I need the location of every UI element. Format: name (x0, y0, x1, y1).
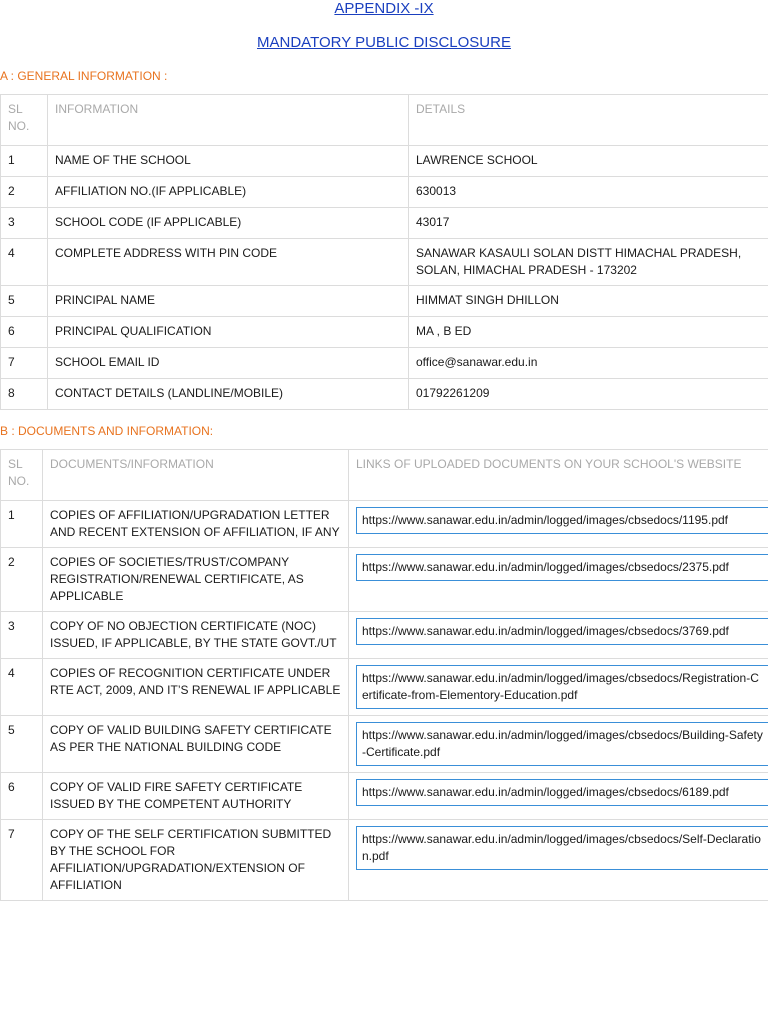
document-link-field[interactable]: https://www.sanawar.edu.in/admin/logged/… (356, 554, 768, 581)
document-link-field[interactable]: https://www.sanawar.edu.in/admin/logged/… (356, 618, 768, 645)
table-row: 2 COPIES OF SOCIETIES/TRUST/COMPANY REGI… (0, 547, 768, 612)
column-header-sl-no: SL NO. (0, 94, 48, 146)
general-information-table: SL NO. INFORMATION DETAILS 1 NAME OF THE… (0, 94, 768, 410)
document-cell: COPY OF NO OBJECTION CERTIFICATE (NOC) I… (42, 611, 349, 659)
column-header-information: INFORMATION (47, 94, 409, 146)
sl-no-cell: 6 (0, 772, 43, 820)
document-cell: COPIES OF SOCIETIES/TRUST/COMPANY REGIST… (42, 547, 349, 612)
information-cell: PRINCIPAL QUALIFICATION (47, 316, 409, 348)
sl-no-cell: 7 (0, 347, 48, 379)
sl-no-cell: 4 (0, 238, 48, 286)
column-header-details: DETAILS (408, 94, 768, 146)
link-cell: https://www.sanawar.edu.in/admin/logged/… (348, 547, 768, 612)
details-cell: SANAWAR KASAULI SOLAN DISTT HIMACHAL PRA… (408, 238, 768, 286)
section-b-heading: B : DOCUMENTS AND INFORMATION: (0, 424, 214, 438)
sl-no-cell: 2 (0, 176, 48, 208)
document-cell: COPY OF VALID FIRE SAFETY CERTIFICATE IS… (42, 772, 349, 820)
sl-no-cell: 2 (0, 547, 43, 612)
information-cell: PRINCIPAL NAME (47, 285, 409, 317)
document-cell: COPIES OF AFFILIATION/UPGRADATION LETTER… (42, 500, 349, 548)
table-header-row: SL NO. DOCUMENTS/INFORMATION LINKS OF UP… (0, 449, 768, 501)
document-cell: COPY OF THE SELF CERTIFICATION SUBMITTED… (42, 819, 349, 901)
link-cell: https://www.sanawar.edu.in/admin/logged/… (348, 715, 768, 773)
table-row: 6 PRINCIPAL QUALIFICATION MA , B ED (0, 316, 768, 348)
details-cell: 630013 (408, 176, 768, 208)
details-cell: office@sanawar.edu.in (408, 347, 768, 379)
document-cell: COPIES OF RECOGNITION CERTIFICATE UNDER … (42, 658, 349, 716)
details-cell: MA , B ED (408, 316, 768, 348)
details-cell: HIMMAT SINGH DHILLON (408, 285, 768, 317)
table-row: 1 COPIES OF AFFILIATION/UPGRADATION LETT… (0, 500, 768, 548)
sl-no-cell: 1 (0, 145, 48, 177)
document-link-field[interactable]: https://www.sanawar.edu.in/admin/logged/… (356, 722, 768, 766)
sl-no-cell: 3 (0, 207, 48, 239)
appendix-title-link[interactable]: APPENDIX -IX (0, 0, 768, 18)
sl-no-cell: 4 (0, 658, 43, 716)
table-row: 1 NAME OF THE SCHOOL LAWRENCE SCHOOL (0, 145, 768, 177)
sl-no-cell: 5 (0, 285, 48, 317)
table-row: 3 COPY OF NO OBJECTION CERTIFICATE (NOC)… (0, 611, 768, 659)
column-header-sl-no: SL NO. (0, 449, 43, 501)
link-cell: https://www.sanawar.edu.in/admin/logged/… (348, 500, 768, 548)
document-link-field[interactable]: https://www.sanawar.edu.in/admin/logged/… (356, 665, 768, 709)
disclosure-title-link[interactable]: MANDATORY PUBLIC DISCLOSURE (0, 34, 768, 52)
table-row: 6 COPY OF VALID FIRE SAFETY CERTIFICATE … (0, 772, 768, 820)
document-link-field[interactable]: https://www.sanawar.edu.in/admin/logged/… (356, 507, 768, 534)
information-cell: CONTACT DETAILS (LANDLINE/MOBILE) (47, 378, 409, 410)
document-link-field[interactable]: https://www.sanawar.edu.in/admin/logged/… (356, 826, 768, 870)
column-header-documents: DOCUMENTS/INFORMATION (42, 449, 349, 501)
sl-no-cell: 7 (0, 819, 43, 901)
details-cell: 43017 (408, 207, 768, 239)
sl-no-cell: 6 (0, 316, 48, 348)
column-header-links: LINKS OF UPLOADED DOCUMENTS ON YOUR SCHO… (348, 449, 768, 501)
information-cell: SCHOOL CODE (IF APPLICABLE) (47, 207, 409, 239)
sl-no-cell: 8 (0, 378, 48, 410)
details-cell: LAWRENCE SCHOOL (408, 145, 768, 177)
table-row: 4 COMPLETE ADDRESS WITH PIN CODE SANAWAR… (0, 238, 768, 286)
table-row: 5 COPY OF VALID BUILDING SAFETY CERTIFIC… (0, 715, 768, 773)
section-a-heading: A : GENERAL INFORMATION : (0, 69, 168, 83)
table-row: 7 SCHOOL EMAIL ID office@sanawar.edu.in (0, 347, 768, 379)
document-link-field[interactable]: https://www.sanawar.edu.in/admin/logged/… (356, 779, 768, 806)
details-cell: 01792261209 (408, 378, 768, 410)
information-cell: NAME OF THE SCHOOL (47, 145, 409, 177)
table-row: 3 SCHOOL CODE (IF APPLICABLE) 43017 (0, 207, 768, 239)
table-header-row: SL NO. INFORMATION DETAILS (0, 94, 768, 146)
sl-no-cell: 3 (0, 611, 43, 659)
link-cell: https://www.sanawar.edu.in/admin/logged/… (348, 658, 768, 716)
page: APPENDIX -IX MANDATORY PUBLIC DISCLOSURE… (0, 0, 768, 1024)
table-row: 7 COPY OF THE SELF CERTIFICATION SUBMITT… (0, 819, 768, 901)
information-cell: COMPLETE ADDRESS WITH PIN CODE (47, 238, 409, 286)
information-cell: SCHOOL EMAIL ID (47, 347, 409, 379)
link-cell: https://www.sanawar.edu.in/admin/logged/… (348, 819, 768, 901)
table-row: 5 PRINCIPAL NAME HIMMAT SINGH DHILLON (0, 285, 768, 317)
sl-no-cell: 1 (0, 500, 43, 548)
information-cell: AFFILIATION NO.(IF APPLICABLE) (47, 176, 409, 208)
table-row: 4 COPIES OF RECOGNITION CERTIFICATE UNDE… (0, 658, 768, 716)
table-row: 8 CONTACT DETAILS (LANDLINE/MOBILE) 0179… (0, 378, 768, 410)
table-row: 2 AFFILIATION NO.(IF APPLICABLE) 630013 (0, 176, 768, 208)
link-cell: https://www.sanawar.edu.in/admin/logged/… (348, 611, 768, 659)
link-cell: https://www.sanawar.edu.in/admin/logged/… (348, 772, 768, 820)
documents-table: SL NO. DOCUMENTS/INFORMATION LINKS OF UP… (0, 449, 768, 901)
document-cell: COPY OF VALID BUILDING SAFETY CERTIFICAT… (42, 715, 349, 773)
sl-no-cell: 5 (0, 715, 43, 773)
